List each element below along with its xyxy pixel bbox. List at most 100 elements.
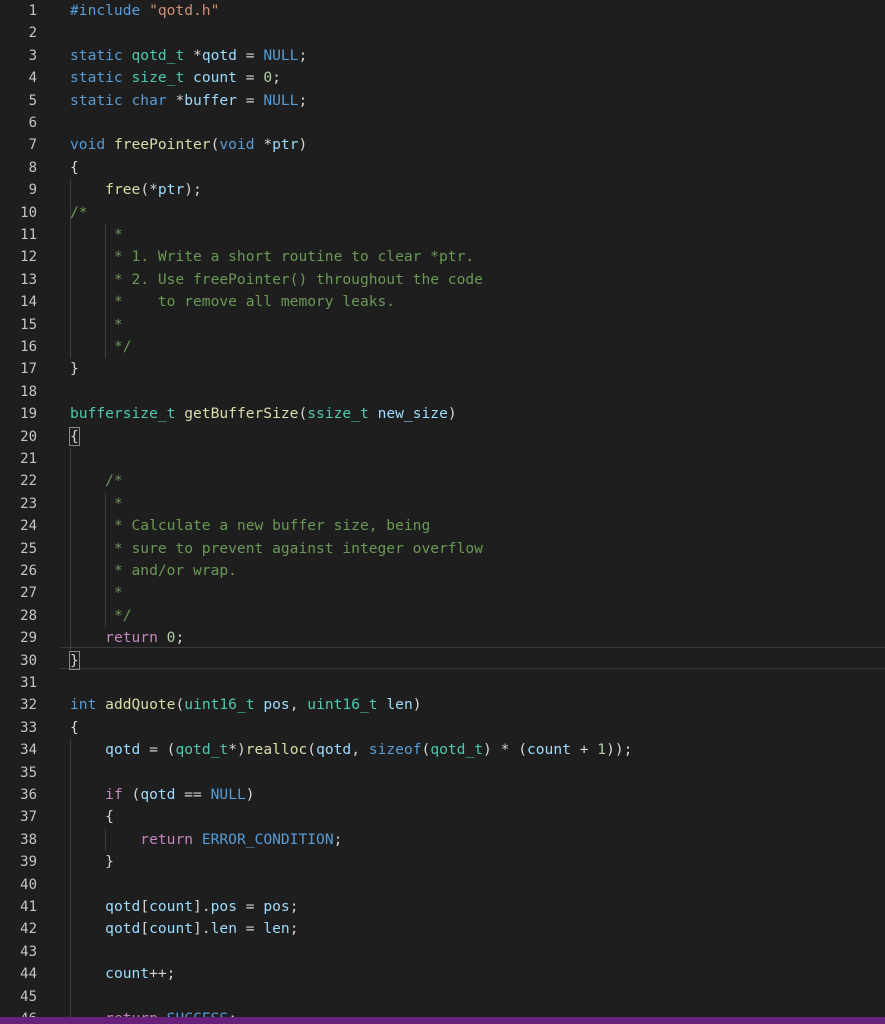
line-code: */ [70,336,132,358]
code-line[interactable]: 31 [0,672,885,694]
code-line[interactable]: 6 [0,112,885,134]
code-line[interactable]: 29 return 0; [0,627,885,649]
code-line[interactable]: 30} [0,650,885,672]
code-line[interactable]: 46 return SUCCESS; [0,1008,885,1017]
code-token: sizeof [368,741,422,759]
code-token: * [70,315,123,333]
code-line[interactable]: 41 qotd[count].pos = pos; [0,896,885,918]
line-number: 33 [20,719,37,736]
line-number: 11 [20,227,37,243]
line-code: if (qotd == NULL) [70,784,254,806]
code-line[interactable]: 42 qotd[count].len = len; [0,918,885,940]
code-token: ; [228,1010,237,1017]
code-token: pos [263,696,290,714]
code-token: , [351,741,369,759]
code-line[interactable]: 28 */ [0,605,885,627]
code-line[interactable]: 16 */ [0,336,885,358]
line-number: 44 [20,966,37,983]
code-line[interactable]: 11 * [0,224,885,246]
line-number: 8 [28,159,37,176]
code-line[interactable]: 17} [0,358,885,380]
code-line[interactable]: 44 count++; [0,963,885,985]
code-line[interactable]: 13 * 2. Use freePointer() throughout the… [0,269,885,291]
code-token: NULL [210,786,246,803]
code-token: pos [210,898,237,915]
code-line[interactable]: 24 * Calculate a new buffer size, being [0,515,885,537]
code-line[interactable]: 27 * [0,582,885,604]
code-line[interactable]: 15 * [0,314,885,336]
code-line[interactable]: 2 [0,22,885,44]
code-editor[interactable]: 1 #include "qotd.h" 2 3 static qotd_t *qotd … [0,0,885,1017]
code-line[interactable]: 8{ [0,157,885,179]
code-token: (* [140,181,158,199]
code-line[interactable]: 38 return ERROR_CONDITION; [0,829,885,851]
code-line[interactable]: 40 [0,874,885,896]
code-line[interactable]: 5 static char *buffer = NULL; [0,90,885,112]
code-token: *) [228,741,246,759]
code-token: len [210,920,237,938]
code-token: ( [175,696,185,714]
code-token: NULL [263,46,299,64]
code-token: ) [298,136,308,154]
code-token: return [105,629,158,647]
line-code: { [70,157,79,179]
line-number: 15 [20,316,37,333]
line-code: * [70,582,123,604]
code-line[interactable]: 32 int addQuote(uint16_t pos, uint16_t le… [0,694,885,716]
code-token: { [70,158,79,176]
code-token: = [236,46,264,64]
code-line[interactable]: 22 /* [0,470,885,492]
code-line[interactable]: 25 * sure to prevent against integer ove… [0,538,885,560]
code-line[interactable]: 39 } [0,851,885,873]
code-token: void [70,136,114,154]
line-code: * sure to prevent against integer overfl… [70,538,483,560]
code-line[interactable]: 37 { [0,806,885,828]
code-line[interactable]: 34 qotd = (qotd_t*)realloc(qotd, sizeof(… [0,739,885,761]
code-line[interactable]: 23 * [0,493,885,515]
line-code: * [70,314,123,336]
code-line[interactable]: 4 static size_t count = 0; [0,67,885,89]
code-line[interactable]: 21 [0,448,885,470]
code-token: getBufferSize [184,405,299,423]
line-number: 32 [20,697,37,714]
code-line[interactable]: 45 [0,986,885,1008]
line-number: 1 [28,3,37,19]
code-line[interactable]: 9 free(*ptr); [0,179,885,201]
line-number: 20 [20,428,37,445]
code-line[interactable]: 10 /* [0,202,885,224]
code-token: */ [70,338,132,355]
code-line[interactable]: 43 [0,941,885,963]
code-line[interactable]: 36 if (qotd == NULL) [0,784,885,806]
code-token: NULL [263,91,299,109]
line-code: return 0; [70,627,184,649]
line-number: 21 [20,451,37,467]
code-line[interactable]: 14 * to remove all memory leaks. [0,291,885,313]
code-line[interactable]: 19 buffersize_t getBufferSize(ssize_t new… [0,403,885,425]
code-line[interactable]: 18 [0,381,885,403]
code-token: uint16_t [184,696,255,714]
code-line[interactable]: 7 void freePointer(void *ptr) [0,134,885,156]
line-number: 2 [28,25,37,42]
code-line[interactable]: 26 * and/or wrap. [0,560,885,582]
code-token: void [219,136,255,154]
line-code: static char *buffer = NULL; [70,90,307,112]
line-code: { [70,717,79,739]
code-token: * to remove all memory leaks. [70,293,396,311]
code-line[interactable]: 3 static qotd_t *qotd = NULL; [0,45,885,67]
code-token: ERROR_CONDITION [201,830,334,848]
code-line[interactable]: 35 [0,762,885,784]
code-token: ); [184,181,202,199]
code-line[interactable]: 12 * 1. Write a short routine to clear *… [0,246,885,268]
code-line[interactable]: 20 { [0,426,885,448]
code-line[interactable]: 1 #include "qotd.h" [0,0,885,22]
code-token: static [70,91,132,109]
code-token: ( [421,741,431,759]
code-line[interactable]: 33 { [0,717,885,739]
